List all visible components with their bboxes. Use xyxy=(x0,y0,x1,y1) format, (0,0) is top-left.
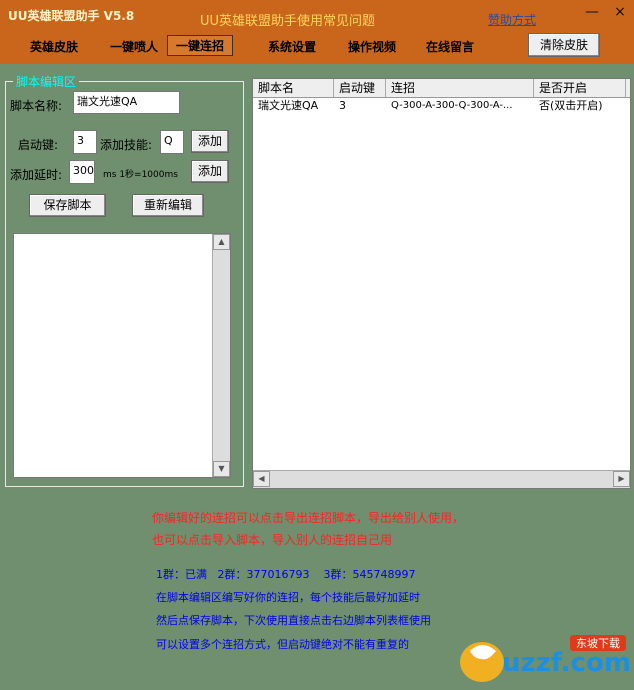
editor-scrollbar[interactable]: ▲ ▼ xyxy=(212,234,230,477)
watermark-logo: uzzf.com 东坡下载 xyxy=(452,629,631,687)
tip-blue-line-2: 然后点保存脚本，下次使用直接点击右边脚本列表框使用 xyxy=(156,614,431,627)
menu-hero-skin[interactable]: 英雄皮肤 xyxy=(30,38,78,55)
menu-one-key-spray[interactable]: 一键喷人 xyxy=(110,38,158,55)
menu-one-key-combo[interactable]: 一键连招 xyxy=(167,35,234,56)
tip-red-line-1: 你编辑好的连招可以点击导出连招脚本，导出给别人使用， xyxy=(152,511,465,525)
scroll-right-icon[interactable]: ▶ xyxy=(613,471,630,487)
menu-online-message[interactable]: 在线留言 xyxy=(426,38,474,55)
start-key-label: 启动键: xyxy=(18,138,59,152)
script-name-input[interactable]: 瑞文光速QA xyxy=(73,91,180,114)
start-key-input[interactable]: 3 xyxy=(73,130,97,154)
tip-red-line-2: 也可以点击导入脚本，导入别人的连招自己用 xyxy=(152,533,393,547)
col-enabled[interactable]: 是否开启 xyxy=(534,79,626,97)
script-list[interactable]: 脚本名 启动键 连招 是否开启 瑞文光速QA 3 Q-300-A-300-Q-3… xyxy=(252,78,631,489)
save-script-button[interactable]: 保存脚本 xyxy=(29,194,106,217)
menu-video[interactable]: 操作视频 xyxy=(348,38,396,55)
row-script-name: 瑞文光速QA xyxy=(258,99,319,112)
add-skill-input[interactable]: Q xyxy=(160,130,184,154)
add-delay-button[interactable]: 添加 xyxy=(191,160,229,183)
help-faq-link[interactable]: UU英雄联盟助手使用常见问题 xyxy=(200,10,375,29)
col-script-name[interactable]: 脚本名 xyxy=(253,79,334,97)
row-start-key: 3 xyxy=(339,99,346,112)
tip-blue-line-3: 可以设置多个连招方式，但启动键绝对不能有重复的 xyxy=(156,638,409,651)
add-skill-button[interactable]: 添加 xyxy=(191,130,229,153)
combo-editor-textarea[interactable]: ▲ ▼ xyxy=(13,233,231,478)
scroll-left-icon[interactable]: ◀ xyxy=(253,471,270,487)
qq-groups: 1群：已满 2群：377016793 3群：545748997 xyxy=(156,568,416,581)
sponsor-link[interactable]: 赞助方式 xyxy=(488,11,536,28)
tip-blue-line-1: 在脚本编辑区编写好你的连招，每个技能后最好加延时 xyxy=(156,591,420,604)
col-start-key[interactable]: 启动键 xyxy=(334,79,386,97)
watermark-site-text: uzzf.com xyxy=(502,648,630,678)
add-delay-label: 添加延时: xyxy=(10,168,63,182)
clear-skin-button[interactable]: 清除皮肤 xyxy=(528,33,600,57)
app-title: UU英雄联盟助手 V5.8 xyxy=(8,9,135,23)
script-list-header: 脚本名 启动键 连招 是否开启 xyxy=(253,79,630,98)
add-delay-input[interactable]: 300 xyxy=(69,160,95,184)
col-combo[interactable]: 连招 xyxy=(386,79,534,97)
reedit-button[interactable]: 重新编辑 xyxy=(132,194,204,217)
scroll-up-icon[interactable]: ▲ xyxy=(213,234,230,250)
row-combo: Q-300-A-300-Q-300-A-... xyxy=(391,100,513,111)
title-bar: UU英雄联盟助手 V5.8 UU英雄联盟助手使用常见问题 赞助方式 — × xyxy=(0,0,634,30)
row-enabled: 否(双击开启) xyxy=(539,99,603,112)
watermark-brand-text: 东坡下载 xyxy=(576,637,620,650)
close-icon[interactable]: × xyxy=(611,4,629,20)
minimize-icon[interactable]: — xyxy=(583,4,601,20)
script-name-label: 脚本名称: xyxy=(10,99,63,113)
script-editor-title: 脚本编辑区 xyxy=(13,73,80,90)
list-scrollbar[interactable]: ◀ ▶ xyxy=(253,470,630,488)
add-skill-label: 添加技能: xyxy=(100,138,153,152)
watermark-icon: uzzf.com 东坡下载 xyxy=(460,635,631,682)
scroll-down-icon[interactable]: ▼ xyxy=(213,461,230,477)
menu-system-settings[interactable]: 系统设置 xyxy=(268,38,316,55)
delay-hint: ms 1秒=1000ms xyxy=(103,170,178,180)
